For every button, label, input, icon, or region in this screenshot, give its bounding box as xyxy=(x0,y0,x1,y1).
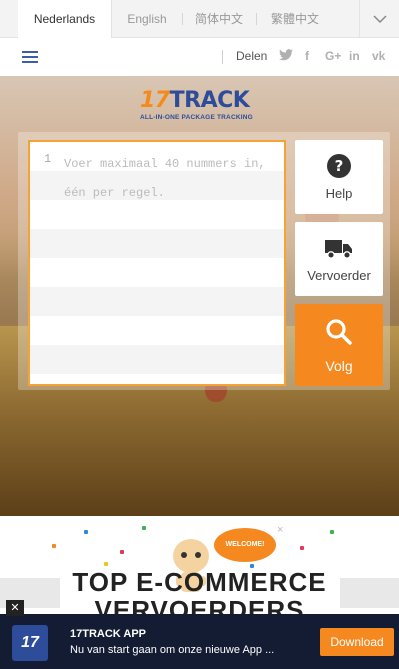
share-divider xyxy=(222,50,223,64)
lang-tab-nederlands[interactable]: Nederlands xyxy=(18,0,112,38)
logo[interactable]: 17TRACK ALL-IN-ONE PACKAGE TRACKING xyxy=(140,90,268,126)
download-button[interactable]: Download xyxy=(320,628,394,656)
line-number: 1 xyxy=(44,152,52,166)
lang-divider xyxy=(256,13,257,25)
lang-tab-traditional-chinese[interactable]: 繁體中文 xyxy=(264,0,326,38)
logo-wordmark: 17TRACK xyxy=(140,88,250,113)
input-placeholder: Voer maximaal 40 nummers in, één per reg… xyxy=(64,157,266,200)
linkedin-icon[interactable]: in xyxy=(349,49,360,63)
search-icon xyxy=(326,319,352,345)
confetti xyxy=(84,530,88,534)
confetti xyxy=(142,526,146,530)
language-dropdown-button[interactable] xyxy=(359,0,399,38)
promo-close-icon[interactable]: × xyxy=(277,524,283,536)
app-icon: 17 xyxy=(12,625,48,661)
confetti xyxy=(300,546,304,550)
track-button-label: Volg xyxy=(325,358,353,374)
vk-icon[interactable]: vk xyxy=(372,49,385,63)
promo-title-line1: TOP E-COMMERCE xyxy=(72,567,327,597)
app-description: Nu van start gaan om onze nieuwe App ... xyxy=(70,644,275,656)
confetti xyxy=(52,544,56,548)
lang-tab-english[interactable]: English xyxy=(118,0,176,38)
hamburger-menu-icon[interactable] xyxy=(22,51,38,63)
tracking-number-input[interactable]: 1 Voer maximaal 40 nummers in, één per r… xyxy=(28,140,286,386)
share-label: Delen xyxy=(236,49,268,63)
facebook-icon[interactable]: f xyxy=(305,49,309,63)
logo-tagline: ALL-IN-ONE PACKAGE TRACKING xyxy=(140,114,253,121)
carrier-button[interactable]: Vervoerder xyxy=(295,222,383,296)
welcome-bubble: WELCOME! xyxy=(214,528,276,562)
help-button[interactable]: ? Help xyxy=(295,140,383,214)
help-button-label: Help xyxy=(325,186,353,201)
app-name: 17TRACK APP xyxy=(70,628,146,640)
question-circle-icon: ? xyxy=(327,154,351,178)
google-plus-icon[interactable]: G+ xyxy=(325,49,341,63)
lang-tab-simplified-chinese[interactable]: 简体中文 xyxy=(188,0,250,38)
truck-icon xyxy=(325,240,352,259)
track-button[interactable]: Volg xyxy=(295,304,383,386)
carrier-button-label: Vervoerder xyxy=(307,268,371,283)
close-icon[interactable]: ✕ xyxy=(6,600,24,616)
twitter-icon[interactable] xyxy=(279,49,293,64)
app-download-banner[interactable]: ✕ 17 17TRACK APP Nu van start gaan om on… xyxy=(0,600,399,669)
confetti xyxy=(330,530,334,534)
confetti xyxy=(104,562,108,566)
language-bar: Nederlands English 简体中文 繁體中文 xyxy=(0,0,399,38)
toolbar: Delen f G+ in vk xyxy=(0,38,399,76)
promo-banner[interactable]: WELCOME! × TOP E-COMMERCE VERVOERDERS xyxy=(0,516,399,626)
confetti xyxy=(120,550,124,554)
svg-text:?: ? xyxy=(335,157,344,175)
chevron-down-icon xyxy=(373,15,387,24)
lang-divider xyxy=(182,13,183,25)
